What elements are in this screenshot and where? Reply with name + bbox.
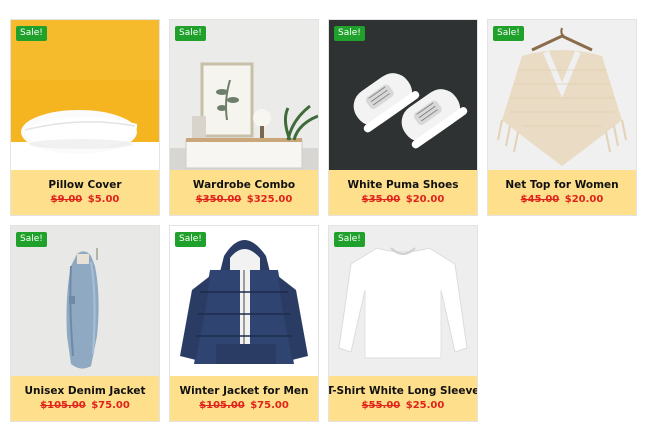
- sale-badge: Sale!: [334, 26, 365, 41]
- pillow-photo: [11, 20, 159, 170]
- product-card-wardrobe-combo[interactable]: Sale! Wardrobe Combo $350.00 $325.00: [169, 19, 319, 216]
- product-image[interactable]: Sale!: [11, 226, 159, 376]
- product-name[interactable]: Net Top for Women: [505, 179, 618, 191]
- product-price: $105.00 $75.00: [199, 400, 289, 411]
- shoes-photo: [329, 20, 477, 170]
- product-info: White Puma Shoes $35.00 $20.00: [329, 170, 477, 215]
- product-price: $9.00 $5.00: [51, 194, 120, 205]
- sale-price: $75.00: [250, 399, 289, 411]
- product-card-white-puma-shoes[interactable]: Sale! White Puma Shoes $35.00 $20.00: [328, 19, 478, 216]
- sale-badge: Sale!: [334, 232, 365, 247]
- product-image[interactable]: Sale!: [11, 20, 159, 170]
- tshirt-photo: [329, 226, 477, 376]
- product-info: Net Top for Women $45.00 $20.00: [488, 170, 636, 215]
- product-card-net-top-for-women[interactable]: Sale! Net Top for Women $45.00 $20.00: [487, 19, 637, 216]
- product-name[interactable]: Wardrobe Combo: [193, 179, 295, 191]
- sale-price: $20.00: [405, 193, 445, 205]
- product-grid: Sale! Pillow Cover $9.00 $5.00 Sale! War…: [10, 19, 637, 422]
- product-name[interactable]: Winter Jacket for Men: [179, 385, 308, 397]
- original-price: $105.00: [40, 399, 86, 411]
- net-top-photo: [488, 20, 636, 170]
- sale-price: $25.00: [405, 399, 445, 411]
- product-name[interactable]: White Puma Shoes: [348, 179, 459, 191]
- denim-jacket-photo: [11, 226, 159, 376]
- product-name[interactable]: Pillow Cover: [48, 179, 121, 191]
- product-info: Unisex Denim Jacket $105.00 $75.00: [11, 376, 159, 421]
- sale-badge: Sale!: [16, 232, 47, 247]
- product-card-unisex-denim-jacket[interactable]: Sale! Unisex Denim Jacket $105.00 $75.00: [10, 225, 160, 422]
- product-card-winter-jacket-for-men[interactable]: Sale! Winter Jacket for Men $105.00 $75.…: [169, 225, 319, 422]
- product-price: $45.00 $20.00: [521, 194, 604, 205]
- original-price: $350.00: [195, 193, 242, 205]
- original-price: $35.00: [361, 193, 401, 205]
- original-price: $45.00: [520, 193, 560, 205]
- product-image[interactable]: Sale!: [170, 226, 318, 376]
- product-info: T-Shirt White Long Sleeve $55.00 $25.00: [329, 376, 477, 421]
- product-name[interactable]: Unisex Denim Jacket: [25, 385, 146, 397]
- sale-badge: Sale!: [493, 26, 524, 41]
- sale-price: $20.00: [564, 193, 604, 205]
- product-name[interactable]: T-Shirt White Long Sleeve: [329, 385, 477, 397]
- original-price: $55.00: [361, 399, 401, 411]
- sale-badge: Sale!: [175, 232, 206, 247]
- product-image[interactable]: Sale!: [329, 226, 477, 376]
- product-image[interactable]: Sale!: [170, 20, 318, 170]
- product-image[interactable]: Sale!: [329, 20, 477, 170]
- sale-badge: Sale!: [16, 26, 47, 41]
- product-info: Winter Jacket for Men $105.00 $75.00: [170, 376, 318, 421]
- product-info: Pillow Cover $9.00 $5.00: [11, 170, 159, 215]
- product-card-pillow-cover[interactable]: Sale! Pillow Cover $9.00 $5.00: [10, 19, 160, 216]
- sale-price: $325.00: [246, 193, 293, 205]
- product-image[interactable]: Sale!: [488, 20, 636, 170]
- product-price: $55.00 $25.00: [362, 400, 445, 411]
- original-price: $105.00: [199, 399, 245, 411]
- original-price: $9.00: [50, 193, 83, 205]
- wardrobe-photo: [170, 20, 318, 170]
- product-price: $35.00 $20.00: [362, 194, 445, 205]
- product-price: $350.00 $325.00: [196, 194, 293, 205]
- product-card-tshirt-white-long-sleeve[interactable]: Sale! T-Shirt White Long Sleeve $55.00 $…: [328, 225, 478, 422]
- product-info: Wardrobe Combo $350.00 $325.00: [170, 170, 318, 215]
- product-price: $105.00 $75.00: [40, 400, 130, 411]
- sale-price: $75.00: [91, 399, 130, 411]
- sale-badge: Sale!: [175, 26, 206, 41]
- winter-jacket-photo: [170, 226, 318, 376]
- sale-price: $5.00: [87, 193, 120, 205]
